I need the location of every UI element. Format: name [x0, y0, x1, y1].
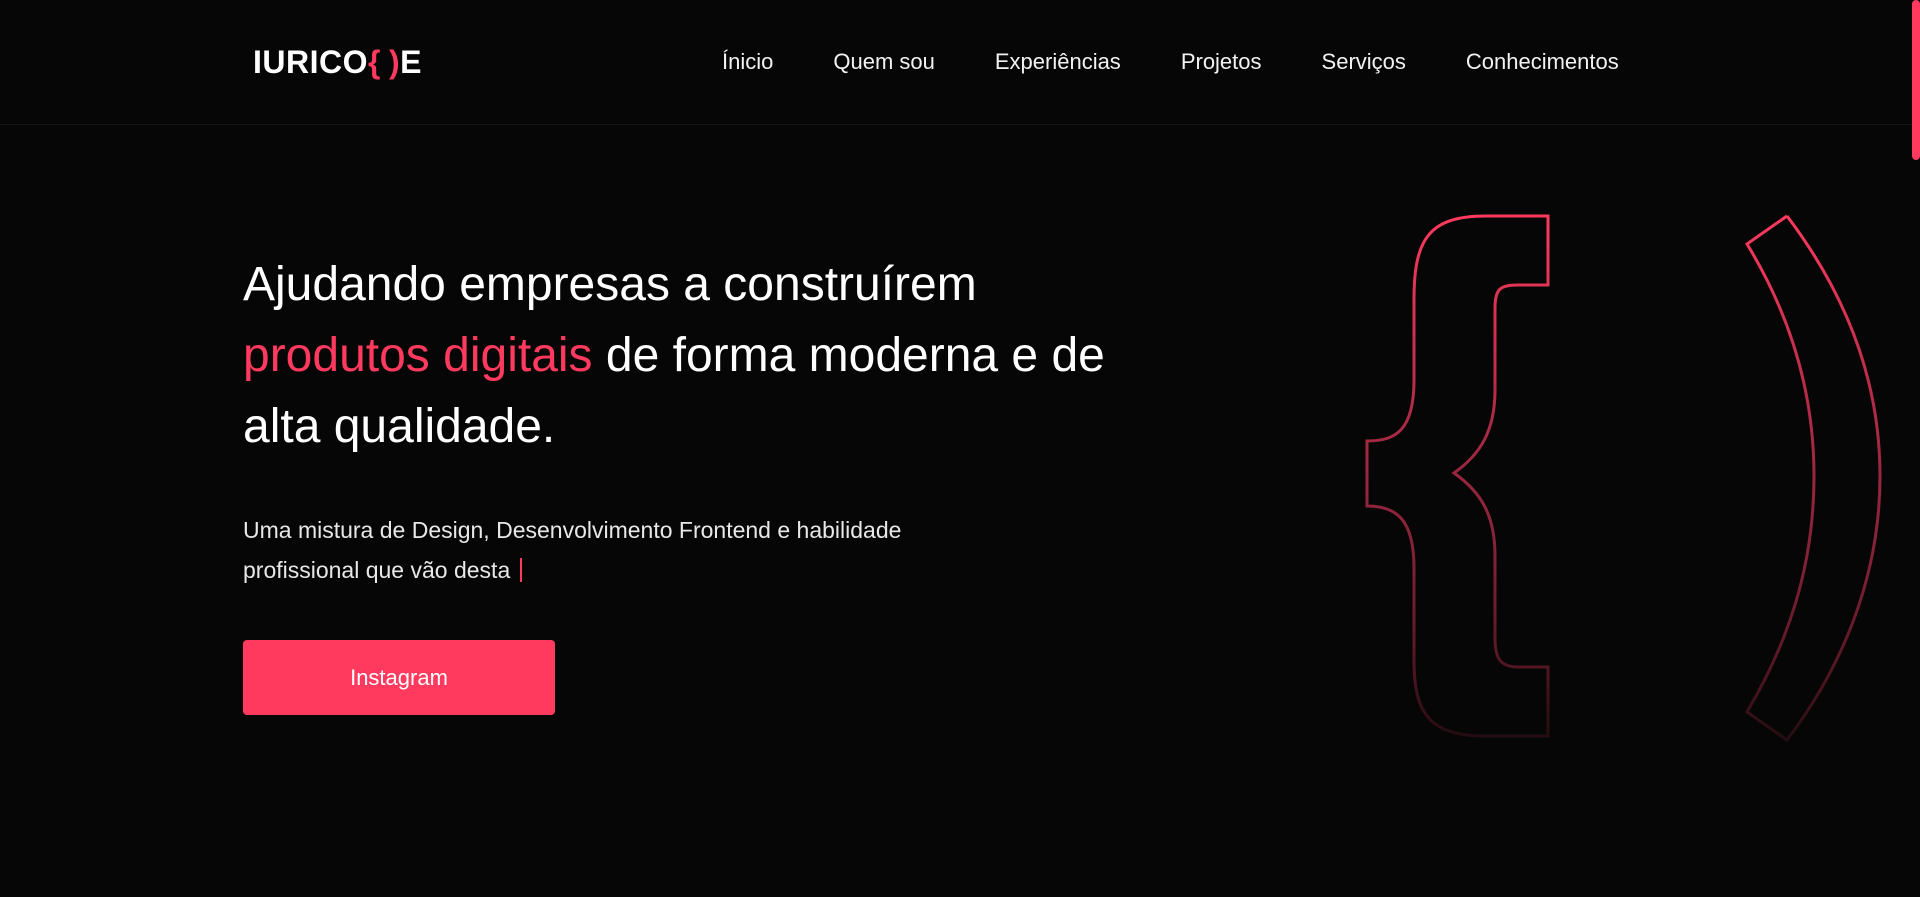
- page-scrollbar[interactable]: [1912, 0, 1920, 160]
- hero-headline: Ajudando empresas a construírem produtos…: [243, 249, 1123, 462]
- logo-suffix: E: [400, 44, 422, 80]
- hero-lead-text: Uma mistura de Design, Desenvolvimento F…: [243, 517, 902, 583]
- logo-brace-right: ): [388, 44, 401, 80]
- hero-lead: Uma mistura de Design, Desenvolvimento F…: [243, 510, 1003, 590]
- site-logo[interactable]: IURICO{)E: [253, 40, 422, 84]
- instagram-button[interactable]: Instagram: [243, 640, 555, 715]
- logo-prefix: IURICO: [253, 44, 368, 80]
- typing-caret: [520, 558, 523, 582]
- nav-link-inicio[interactable]: Ínicio: [722, 46, 773, 78]
- brace-paren-outline-icon: [1365, 214, 1882, 743]
- hero-headline-highlight: produtos digitais: [243, 329, 593, 382]
- nav-link-servicos[interactable]: Serviços: [1322, 46, 1406, 78]
- nav-link-conhecimentos[interactable]: Conhecimentos: [1466, 46, 1619, 78]
- logo-brace-left: {: [368, 44, 381, 80]
- main-nav: Ínicio Quem sou Experiências Projetos Se…: [722, 46, 1619, 78]
- nav-link-projetos[interactable]: Projetos: [1181, 46, 1262, 78]
- nav-link-experiencias[interactable]: Experiências: [995, 46, 1121, 78]
- top-navbar: IURICO{)E Ínicio Quem sou Experiências P…: [0, 0, 1920, 125]
- nav-link-quem-sou[interactable]: Quem sou: [833, 46, 935, 78]
- hero-headline-start: Ajudando empresas a construírem: [243, 258, 977, 311]
